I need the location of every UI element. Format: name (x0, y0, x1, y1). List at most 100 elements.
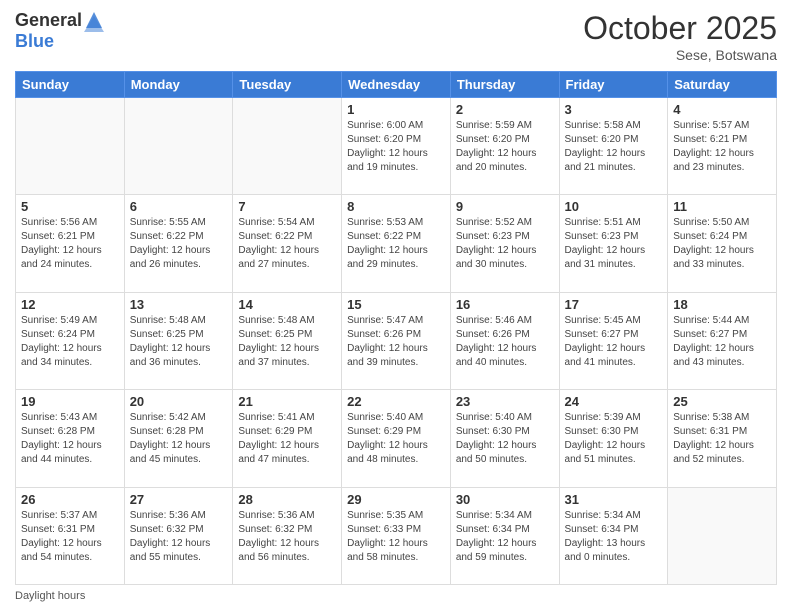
page: General Blue October 2025 Sese, Botswana… (0, 0, 792, 612)
calendar-cell: 28Sunrise: 5:36 AM Sunset: 6:32 PM Dayli… (233, 487, 342, 584)
day-number: 30 (456, 492, 554, 507)
calendar-cell: 27 Sunrise: 5:36 AM Sunset: 6:32 PM Dayli… (124, 487, 233, 584)
day-number: 7 (238, 199, 336, 214)
calendar-day-header: Saturday (668, 72, 777, 98)
calendar-cell: 2Sunrise: 5:59 AM Sunset: 6:20 PM Daylig… (450, 98, 559, 195)
day-number: 1 (347, 102, 445, 117)
day-info: Sunrise: 5:36 AM Sunset: 6:32 PM Dayligh… (238, 509, 336, 565)
day-info: Sunrise: 5:49 AM Sunset: 6:24 PM Dayligh… (21, 314, 119, 370)
calendar-cell: 10 Sunrise: 5:51 AM Sunset: 6:23 PM Dayli… (559, 195, 668, 292)
calendar-day-header: Sunday (16, 72, 125, 98)
calendar-day-header: Thursday (450, 72, 559, 98)
day-number: 15 (347, 297, 445, 312)
day-info: Sunrise: 5:59 AM Sunset: 6:20 PM Dayligh… (456, 119, 554, 175)
calendar-cell: 30 Sunrise: 5:34 AM Sunset: 6:34 PM Dayli… (450, 487, 559, 584)
calendar-cell: 20 Sunrise: 5:42 AM Sunset: 6:28 PM Dayli… (124, 390, 233, 487)
day-info: Sunrise: 5:36 AM Sunset: 6:32 PM Dayligh… (130, 509, 228, 565)
calendar-cell: 9Sunrise: 5:52 AM Sunset: 6:23 PM Daylig… (450, 195, 559, 292)
calendar-cell: 17Sunrise: 5:45 AM Sunset: 6:27 PM Dayli… (559, 292, 668, 389)
day-number: 17 (565, 297, 663, 312)
day-number: 9 (456, 199, 554, 214)
day-info: Sunrise: 5:40 AM Sunset: 6:30 PM Dayligh… (456, 411, 554, 467)
calendar-week-row: 19Sunrise: 5:43 AM Sunset: 6:28 PM Dayli… (16, 390, 777, 487)
day-info: Sunrise: 5:48 AM Sunset: 6:25 PM Dayligh… (130, 314, 228, 370)
calendar-cell: 26Sunrise: 5:37 AM Sunset: 6:31 PM Dayli… (16, 487, 125, 584)
calendar-week-row: 26Sunrise: 5:37 AM Sunset: 6:31 PM Dayli… (16, 487, 777, 584)
logo-general-text: General (15, 11, 82, 31)
day-info: Sunrise: 5:46 AM Sunset: 6:26 PM Dayligh… (456, 314, 554, 370)
calendar-cell (124, 98, 233, 195)
calendar-cell: 19Sunrise: 5:43 AM Sunset: 6:28 PM Dayli… (16, 390, 125, 487)
footer: Daylight hours (15, 590, 777, 602)
day-number: 5 (21, 199, 119, 214)
day-number: 10 (565, 199, 663, 214)
calendar-cell: 18Sunrise: 5:44 AM Sunset: 6:27 PM Dayli… (668, 292, 777, 389)
calendar-cell (16, 98, 125, 195)
day-number: 18 (673, 297, 771, 312)
day-info: Sunrise: 5:42 AM Sunset: 6:28 PM Dayligh… (130, 411, 228, 467)
day-number: 13 (130, 297, 228, 312)
calendar-cell: 22 Sunrise: 5:40 AM Sunset: 6:29 PM Dayli… (342, 390, 451, 487)
day-number: 31 (565, 492, 663, 507)
day-number: 24 (565, 394, 663, 409)
day-number: 16 (456, 297, 554, 312)
day-number: 3 (565, 102, 663, 117)
calendar-cell: 1 Sunrise: 6:00 AM Sunset: 6:20 PM Daylig… (342, 98, 451, 195)
daylight-hours-label: Daylight hours (15, 590, 85, 602)
day-number: 26 (21, 492, 119, 507)
day-number: 4 (673, 102, 771, 117)
calendar-header-row: SundayMondayTuesdayWednesdayThursdayFrid… (16, 72, 777, 98)
month-title: October 2025 (583, 10, 777, 47)
header: General Blue October 2025 Sese, Botswana (15, 10, 777, 63)
calendar-week-row: 12Sunrise: 5:49 AM Sunset: 6:24 PM Dayli… (16, 292, 777, 389)
calendar-day-header: Wednesday (342, 72, 451, 98)
day-info: Sunrise: 5:41 AM Sunset: 6:29 PM Dayligh… (238, 411, 336, 467)
day-info: Sunrise: 5:43 AM Sunset: 6:28 PM Dayligh… (21, 411, 119, 467)
day-number: 25 (673, 394, 771, 409)
calendar-cell: 21 Sunrise: 5:41 AM Sunset: 6:29 PM Dayli… (233, 390, 342, 487)
calendar-table: SundayMondayTuesdayWednesdayThursdayFrid… (15, 71, 777, 585)
calendar-week-row: 1 Sunrise: 6:00 AM Sunset: 6:20 PM Daylig… (16, 98, 777, 195)
day-info: Sunrise: 5:51 AM Sunset: 6:23 PM Dayligh… (565, 216, 663, 272)
day-info: Sunrise: 5:47 AM Sunset: 6:26 PM Dayligh… (347, 314, 445, 370)
calendar-cell: 7 Sunrise: 5:54 AM Sunset: 6:22 PM Daylig… (233, 195, 342, 292)
day-number: 22 (347, 394, 445, 409)
day-number: 27 (130, 492, 228, 507)
day-number: 8 (347, 199, 445, 214)
calendar-cell: 4Sunrise: 5:57 AM Sunset: 6:21 PM Daylig… (668, 98, 777, 195)
calendar-day-header: Tuesday (233, 72, 342, 98)
day-info: Sunrise: 5:34 AM Sunset: 6:34 PM Dayligh… (456, 509, 554, 565)
calendar-cell (233, 98, 342, 195)
calendar-cell: 29 Sunrise: 5:35 AM Sunset: 6:33 PM Dayli… (342, 487, 451, 584)
calendar-cell: 31 Sunrise: 5:34 AM Sunset: 6:34 PM Dayli… (559, 487, 668, 584)
day-number: 14 (238, 297, 336, 312)
logo-icon (84, 10, 104, 32)
calendar-cell: 8Sunrise: 5:53 AM Sunset: 6:22 PM Daylig… (342, 195, 451, 292)
day-info: Sunrise: 5:35 AM Sunset: 6:33 PM Dayligh… (347, 509, 445, 565)
day-info: Sunrise: 5:50 AM Sunset: 6:24 PM Dayligh… (673, 216, 771, 272)
location: Sese, Botswana (583, 47, 777, 63)
calendar-cell: 13 Sunrise: 5:48 AM Sunset: 6:25 PM Dayli… (124, 292, 233, 389)
calendar-day-header: Friday (559, 72, 668, 98)
title-block: October 2025 Sese, Botswana (583, 10, 777, 63)
calendar-cell: 23 Sunrise: 5:40 AM Sunset: 6:30 PM Dayli… (450, 390, 559, 487)
calendar-cell: 16 Sunrise: 5:46 AM Sunset: 6:26 PM Dayli… (450, 292, 559, 389)
day-number: 21 (238, 394, 336, 409)
calendar-cell: 15 Sunrise: 5:47 AM Sunset: 6:26 PM Dayli… (342, 292, 451, 389)
calendar-day-header: Monday (124, 72, 233, 98)
calendar-cell: 5Sunrise: 5:56 AM Sunset: 6:21 PM Daylig… (16, 195, 125, 292)
day-info: Sunrise: 5:34 AM Sunset: 6:34 PM Dayligh… (565, 509, 663, 565)
logo: General Blue (15, 10, 104, 52)
day-info: Sunrise: 5:40 AM Sunset: 6:29 PM Dayligh… (347, 411, 445, 467)
calendar-cell: 14 Sunrise: 5:48 AM Sunset: 6:25 PM Dayli… (233, 292, 342, 389)
day-number: 20 (130, 394, 228, 409)
day-info: Sunrise: 5:48 AM Sunset: 6:25 PM Dayligh… (238, 314, 336, 370)
day-info: Sunrise: 5:54 AM Sunset: 6:22 PM Dayligh… (238, 216, 336, 272)
day-info: Sunrise: 5:38 AM Sunset: 6:31 PM Dayligh… (673, 411, 771, 467)
calendar-week-row: 5Sunrise: 5:56 AM Sunset: 6:21 PM Daylig… (16, 195, 777, 292)
day-number: 29 (347, 492, 445, 507)
day-number: 23 (456, 394, 554, 409)
calendar-cell (668, 487, 777, 584)
day-info: Sunrise: 6:00 AM Sunset: 6:20 PM Dayligh… (347, 119, 445, 175)
calendar-cell: 6Sunrise: 5:55 AM Sunset: 6:22 PM Daylig… (124, 195, 233, 292)
